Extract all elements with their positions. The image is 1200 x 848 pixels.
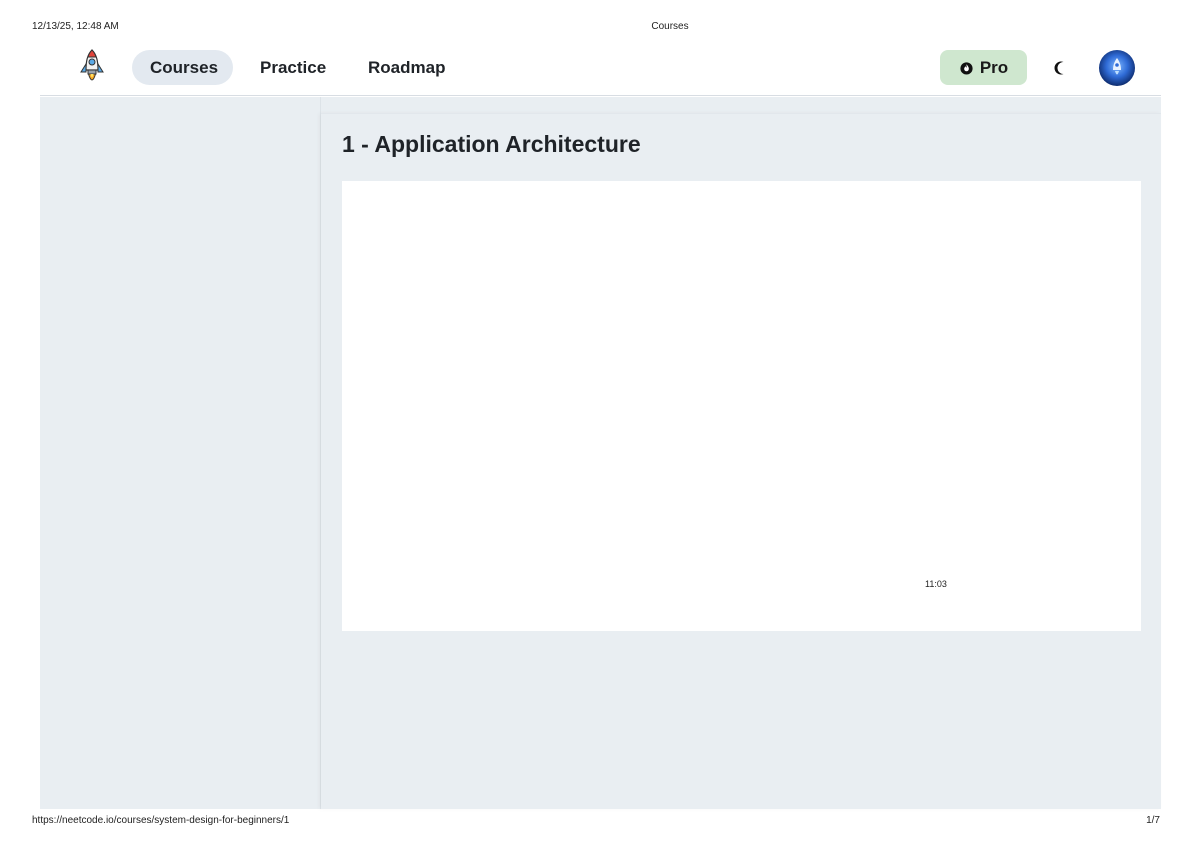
print-url: https://neetcode.io/courses/system-desig… [32, 815, 290, 826]
pro-button[interactable]: Pro [940, 50, 1027, 85]
nav-courses[interactable]: Courses [132, 50, 233, 85]
rocket-icon[interactable] [78, 48, 106, 90]
fire-icon [960, 62, 973, 75]
moon-icon[interactable] [1048, 56, 1072, 80]
video-duration: 11:03 [925, 579, 947, 589]
lesson-title: 1 - Application Architecture [342, 131, 641, 157]
top-navbar: Courses Practice Roadmap Pro [40, 44, 1161, 96]
print-page-title: Courses [651, 21, 689, 32]
nav-roadmap[interactable]: Roadmap [350, 50, 463, 85]
lesson-sidebar [40, 97, 321, 809]
avatar-graphic [1113, 58, 1121, 75]
video-player[interactable]: 11:03 [342, 181, 1141, 631]
print-page-number: 1/7 [1146, 815, 1160, 826]
pro-label: Pro [979, 57, 1009, 77]
avatar[interactable] [1099, 50, 1135, 86]
nav-practice[interactable]: Practice [242, 50, 344, 85]
